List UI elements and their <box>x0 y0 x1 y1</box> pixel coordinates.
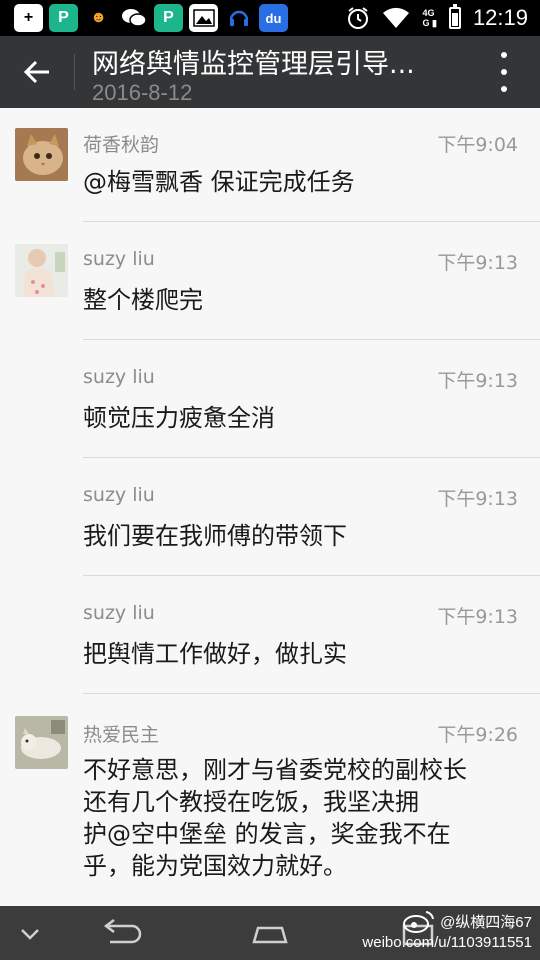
sender-name: suzy liu <box>83 248 155 270</box>
message-time: 下午9:13 <box>437 252 518 274</box>
notification-icons: + P ☻ P du <box>14 4 288 32</box>
baidu-icon: du <box>259 4 288 32</box>
message-item[interactable]: 荷香秋韵 下午9:04 @梅雪飘香 保证完成任务 <box>0 108 540 222</box>
sender-name: suzy liu <box>83 366 155 388</box>
weibo-watermark: @纵横四海67 <box>402 908 532 934</box>
more-dot-icon <box>501 52 507 58</box>
sender-name: suzy liu <box>83 602 155 624</box>
system-nav-bar: @纵横四海67 weibo.com/u/1103911551 <box>0 906 540 960</box>
header-divider <box>74 54 75 90</box>
more-options-button[interactable] <box>492 52 516 92</box>
network-type-label: 4G G ▮ <box>422 8 437 28</box>
home-icon <box>252 926 288 944</box>
message-line: 乎，能为党国效力就好。 <box>83 852 347 880</box>
weibo-logo-icon <box>403 911 435 933</box>
message-time: 下午9:26 <box>437 724 518 746</box>
chat-header: 网络舆情监控管理层引导... 2016-8-12 <box>0 36 540 108</box>
message-text: 我们要在我师傅的带领下 <box>83 522 347 550</box>
headset-icon <box>224 4 253 32</box>
animal-avatar[interactable] <box>15 716 68 769</box>
watermark-url: weibo.com/u/1103911551 <box>362 934 532 951</box>
wechat-icon <box>119 4 148 32</box>
image-icon <box>189 4 218 32</box>
alarm-icon <box>348 7 369 29</box>
child-avatar[interactable] <box>15 244 68 297</box>
nav-home-button[interactable] <box>246 918 294 948</box>
message-item[interactable]: suzy liu 下午9:13 把舆情工作做好，做扎实 <box>0 576 540 694</box>
back-button[interactable] <box>12 46 62 98</box>
clock: 12:19 <box>472 5 528 30</box>
message-text: @梅雪飘香 保证完成任务 <box>83 168 355 196</box>
message-item[interactable]: suzy liu 下午9:13 整个楼爬完 <box>0 222 540 340</box>
message-text: 整个楼爬完 <box>83 286 203 314</box>
message-text: 顿觉压力疲惫全消 <box>83 404 275 432</box>
uc-browser-icon: ☻ <box>84 4 113 32</box>
message-item[interactable]: suzy liu 下午9:13 我们要在我师傅的带领下 <box>0 458 540 576</box>
chevron-down-icon <box>21 929 39 940</box>
more-dot-icon <box>501 86 507 92</box>
wifi-icon <box>383 7 410 28</box>
cat-avatar[interactable] <box>15 128 68 181</box>
watermark-handle: @纵横四海67 <box>440 913 532 931</box>
status-bar: + P ☻ P du 4G G ▮ 12:19 <box>0 0 540 36</box>
more-dot-icon <box>501 69 507 75</box>
sender-name: 荷香秋韵 <box>83 134 160 156</box>
message-item[interactable]: 热爱民主 下午9:26 不好意思，刚才与省委党校的副校长 还有几个教授在吃饭，我… <box>0 694 540 906</box>
sender-name: suzy liu <box>83 484 155 506</box>
hide-keyboard-button[interactable] <box>14 920 46 948</box>
message-line: 不好意思，刚才与省委党校的副校长 <box>83 756 467 784</box>
plus-app-icon: + <box>14 4 43 32</box>
message-line: 护@空中堡垒 的发言，奖金我不在 <box>83 820 451 848</box>
chat-title: 网络舆情监控管理层引导... <box>92 49 415 80</box>
message-line: 还有几个教授在吃饭，我坚决拥 <box>83 788 419 816</box>
nav-back-button[interactable] <box>96 918 144 948</box>
battery-icon <box>448 4 461 29</box>
message-time: 下午9:13 <box>437 370 518 392</box>
back-arrow-icon <box>23 60 49 84</box>
sender-name: 热爱民主 <box>83 724 160 746</box>
return-arrow-icon <box>103 919 142 944</box>
message-text: 把舆情工作做好，做扎实 <box>83 640 347 668</box>
message-time: 下午9:04 <box>437 134 518 156</box>
p-app-icon: P <box>49 4 78 32</box>
message-item[interactable]: suzy liu 下午9:13 顿觉压力疲惫全消 <box>0 340 540 458</box>
message-time: 下午9:13 <box>437 488 518 510</box>
p-app-icon: P <box>154 4 183 32</box>
message-time: 下午9:13 <box>437 606 518 628</box>
chat-date: 2016-8-12 <box>92 80 193 105</box>
message-text: 不好意思，刚才与省委党校的副校长 还有几个教授在吃饭，我坚决拥 护@空中堡垒 的… <box>83 754 523 882</box>
